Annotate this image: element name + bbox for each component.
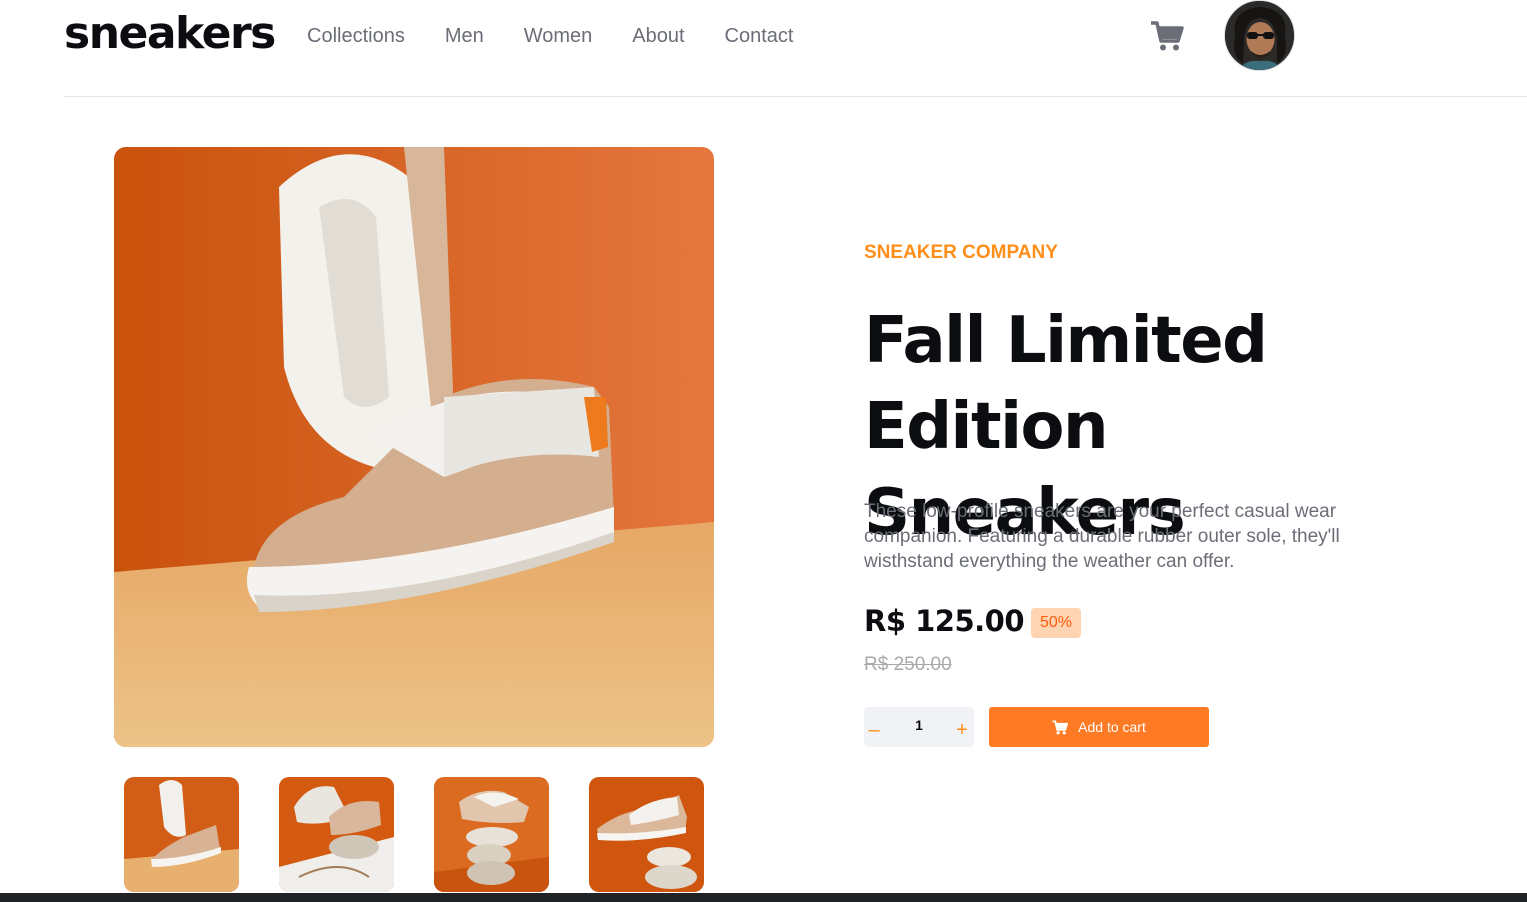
user-avatar[interactable] [1224,0,1295,71]
avatar-icon [1225,1,1294,70]
increase-quantity-button[interactable]: + [952,719,972,741]
quantity-value[interactable]: 1 [908,717,930,733]
quantity-stepper: – 1 + [864,707,974,747]
add-to-cart-button[interactable]: Add to cart [989,707,1209,747]
thumbnail-image [434,777,549,892]
company-name: SNEAKER COMPANY [864,242,1058,263]
cart-icon [1151,21,1184,51]
site-header: sneakers Collections Men Women About Con… [64,0,1527,97]
product-title-line-1: Fall Limited Edition [864,304,1268,464]
product-description: These low-profile sneakers are your perf… [864,501,1340,572]
os-taskbar [0,893,1527,902]
nav-about[interactable]: About [632,25,684,48]
nav-women[interactable]: Women [524,25,593,48]
nav-collections[interactable]: Collections [307,25,405,48]
thumbnail-3[interactable] [434,777,549,892]
cart-button[interactable] [1150,20,1184,52]
thumbnail-4[interactable] [589,777,704,892]
logo[interactable]: sneakers [64,8,276,59]
thumbnail-1[interactable] [124,777,239,892]
nav-contact[interactable]: Contact [725,25,794,48]
thumbnail-image [124,777,239,892]
main-nav: Collections Men Women About Contact [307,25,833,48]
sneaker-image [114,147,714,747]
add-to-cart-label: Add to cart [1078,719,1146,735]
main-product-image[interactable] [114,147,714,747]
thumbnail-image [589,777,704,892]
decrease-quantity-button[interactable]: – [864,719,884,741]
nav-men[interactable]: Men [445,25,484,48]
thumbnail-2[interactable] [279,777,394,892]
original-price: R$ 250.00 [864,654,952,675]
discount-badge: 50% [1031,608,1081,638]
cart-icon [1052,719,1069,735]
current-price: R$ 125.00 [864,604,1025,638]
thumbnail-image [279,777,394,892]
